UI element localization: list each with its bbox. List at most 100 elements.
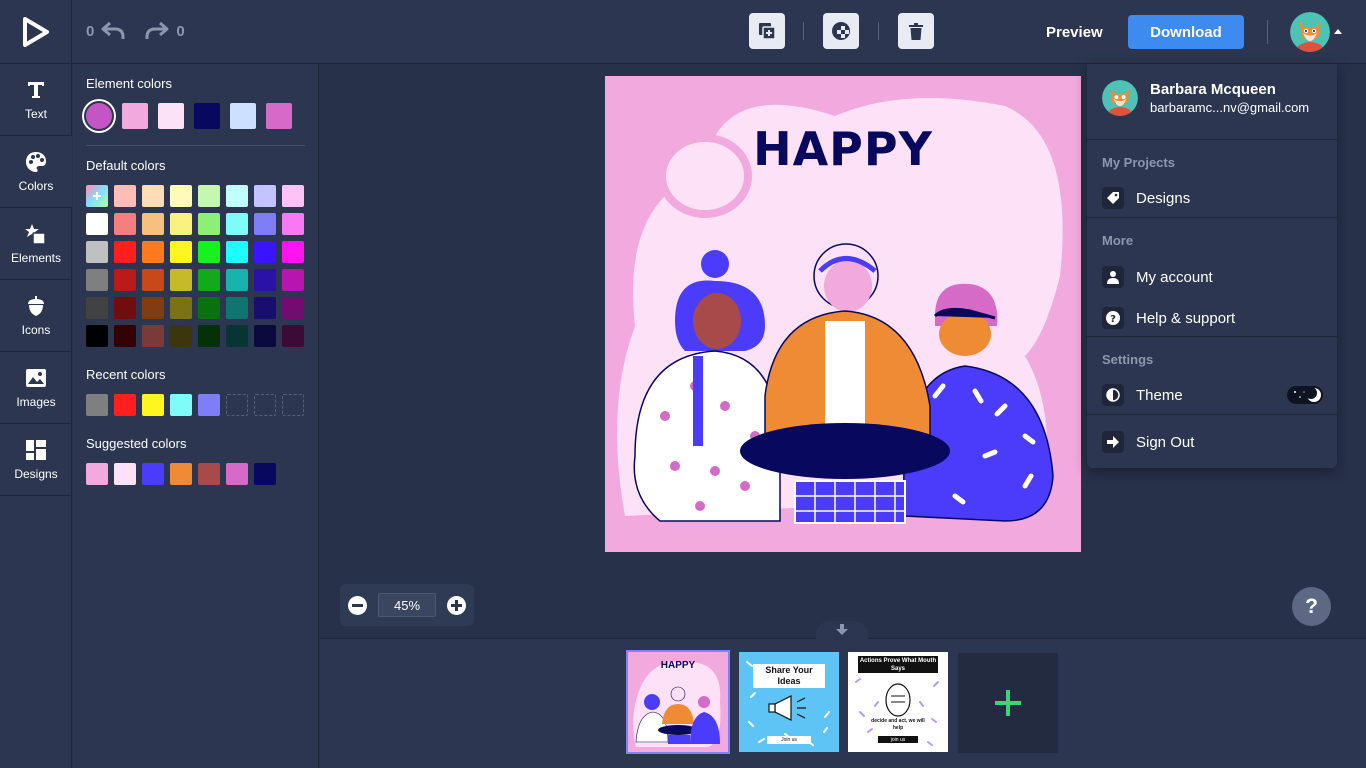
default-color-swatch[interactable] <box>226 297 248 319</box>
menu-item-help[interactable]: ? Help & support <box>1102 305 1324 331</box>
default-color-swatch[interactable] <box>114 241 136 263</box>
rail-item-text[interactable]: Text <box>0 64 72 136</box>
default-color-swatch[interactable] <box>254 297 276 319</box>
help-button[interactable]: ? <box>1292 587 1331 626</box>
tag-icon <box>1107 192 1119 204</box>
default-color-swatch[interactable] <box>254 185 276 207</box>
rail-item-icons[interactable]: Icons <box>0 280 72 352</box>
default-color-swatch[interactable] <box>170 297 192 319</box>
recent-color-swatch[interactable] <box>198 394 220 416</box>
default-color-swatch[interactable] <box>282 213 304 235</box>
download-button[interactable]: Download <box>1128 15 1244 49</box>
recent-color-swatch[interactable] <box>170 394 192 416</box>
background-button[interactable] <box>823 13 859 49</box>
default-color-swatch[interactable] <box>226 213 248 235</box>
element-color-swatch[interactable] <box>266 103 292 129</box>
default-color-swatch[interactable] <box>142 241 164 263</box>
default-color-swatch[interactable] <box>226 185 248 207</box>
menu-item-designs[interactable]: Designs <box>1102 185 1324 211</box>
rail-item-elements[interactable]: Elements <box>0 208 72 280</box>
default-color-swatch[interactable] <box>198 241 220 263</box>
default-color-swatch[interactable] <box>254 325 276 347</box>
recent-color-swatch[interactable] <box>142 394 164 416</box>
page-thumb-3[interactable]: Actions Prove What Mouth Says decide and… <box>848 652 948 752</box>
suggested-color-swatch[interactable] <box>226 463 248 485</box>
chevron-up-icon[interactable] <box>1333 27 1343 35</box>
acorn-icon <box>28 295 44 316</box>
zoom-in-button[interactable] <box>447 595 466 615</box>
rail-item-designs[interactable]: Designs <box>0 424 72 496</box>
add-color-button[interactable] <box>86 185 108 207</box>
recent-color-swatch[interactable] <box>86 394 108 416</box>
default-color-swatch[interactable] <box>226 269 248 291</box>
default-color-swatch[interactable] <box>198 325 220 347</box>
page-thumb-2[interactable]: Share Your Ideas Join us <box>739 652 839 752</box>
default-color-swatch[interactable] <box>114 185 136 207</box>
default-color-swatch[interactable] <box>86 241 108 263</box>
default-color-swatch[interactable] <box>86 325 108 347</box>
element-color-swatch[interactable] <box>194 103 220 129</box>
default-color-swatch[interactable] <box>282 325 304 347</box>
redo-icon[interactable] <box>144 20 170 42</box>
element-color-swatch[interactable] <box>230 103 256 129</box>
default-color-swatch[interactable] <box>142 325 164 347</box>
default-color-swatch[interactable] <box>114 213 136 235</box>
default-color-swatch[interactable] <box>254 241 276 263</box>
menu-item-sign-out[interactable]: Sign Out <box>1102 429 1324 455</box>
strip-collapse-button[interactable] <box>816 621 868 639</box>
recent-color-swatch[interactable] <box>114 394 136 416</box>
default-color-swatch[interactable] <box>198 269 220 291</box>
default-color-swatch[interactable] <box>170 241 192 263</box>
suggested-color-swatch[interactable] <box>198 463 220 485</box>
default-color-swatch[interactable] <box>142 297 164 319</box>
default-color-swatch[interactable] <box>170 185 192 207</box>
element-color-swatch[interactable] <box>122 103 148 129</box>
default-color-swatch[interactable] <box>282 297 304 319</box>
default-color-swatch[interactable] <box>114 269 136 291</box>
artboard-title[interactable]: HAPPY <box>605 122 1081 176</box>
default-color-swatch[interactable] <box>114 297 136 319</box>
default-color-swatch[interactable] <box>254 269 276 291</box>
default-color-swatch[interactable] <box>142 185 164 207</box>
duplicate-button[interactable] <box>749 13 785 49</box>
artboard[interactable]: HAPPY <box>605 76 1081 552</box>
undo-icon[interactable] <box>100 20 126 42</box>
default-color-swatch[interactable] <box>282 185 304 207</box>
default-color-swatch[interactable] <box>198 213 220 235</box>
suggested-color-swatch[interactable] <box>254 463 276 485</box>
rail-item-images[interactable]: Images <box>0 352 72 424</box>
default-color-swatch[interactable] <box>198 185 220 207</box>
default-color-swatch[interactable] <box>86 269 108 291</box>
element-color-swatch[interactable] <box>86 103 112 129</box>
suggested-color-swatch[interactable] <box>114 463 136 485</box>
preview-button[interactable]: Preview <box>1038 15 1111 49</box>
default-color-swatch[interactable] <box>114 325 136 347</box>
app-logo[interactable] <box>0 0 72 64</box>
default-color-swatch[interactable] <box>226 241 248 263</box>
default-color-swatch[interactable] <box>254 213 276 235</box>
rail-item-colors[interactable]: Colors <box>0 136 72 208</box>
default-color-swatch[interactable] <box>142 213 164 235</box>
default-color-swatch[interactable] <box>86 297 108 319</box>
zoom-out-button[interactable] <box>348 595 367 615</box>
default-color-swatch[interactable] <box>226 325 248 347</box>
default-color-swatch[interactable] <box>170 269 192 291</box>
element-color-swatch[interactable] <box>158 103 184 129</box>
default-color-swatch[interactable] <box>170 213 192 235</box>
default-color-swatch[interactable] <box>198 297 220 319</box>
default-color-swatch[interactable] <box>282 269 304 291</box>
default-color-swatch[interactable] <box>170 325 192 347</box>
user-avatar[interactable] <box>1290 12 1330 52</box>
page-thumb-1[interactable]: HAPPY <box>628 652 728 752</box>
default-color-swatch[interactable] <box>282 241 304 263</box>
delete-button[interactable] <box>898 13 934 49</box>
zoom-level[interactable]: 45% <box>378 593 436 617</box>
menu-item-my-account[interactable]: My account <box>1102 264 1324 290</box>
theme-toggle[interactable] <box>1287 386 1323 404</box>
default-color-swatch[interactable] <box>86 213 108 235</box>
default-color-swatch[interactable] <box>142 269 164 291</box>
suggested-color-swatch[interactable] <box>142 463 164 485</box>
add-page-button[interactable] <box>958 653 1058 753</box>
suggested-color-swatch[interactable] <box>86 463 108 485</box>
suggested-color-swatch[interactable] <box>170 463 192 485</box>
